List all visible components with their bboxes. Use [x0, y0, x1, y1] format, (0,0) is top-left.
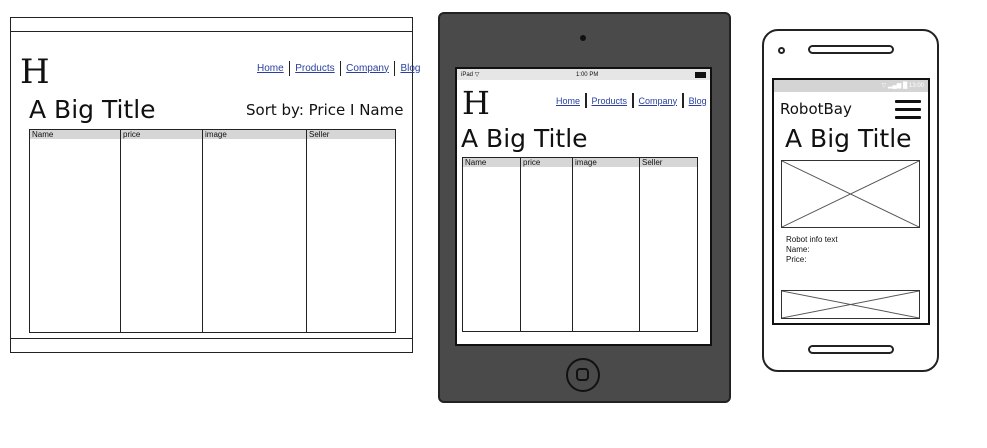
battery-icon — [694, 71, 706, 78]
page-title: A Big Title — [461, 124, 588, 153]
brand-name[interactable]: RobotBay — [780, 100, 852, 118]
column-header-image[interactable]: image — [202, 129, 307, 139]
nav-products-link[interactable]: Products — [290, 62, 339, 76]
table-cell — [462, 167, 521, 332]
nav-home-link[interactable]: Home — [252, 62, 289, 76]
nav-products-link[interactable]: Products — [587, 94, 633, 108]
status-device-label: iPad — [461, 72, 474, 78]
tablet-status-bar: iPad ▽ 1:00 PM — [457, 69, 710, 80]
table-row[interactable] — [29, 139, 396, 333]
table-body — [29, 139, 396, 333]
phone-home-bar[interactable] — [808, 345, 894, 354]
tablet-nav: Home Products Company Blog — [551, 93, 712, 108]
nav-blog-link[interactable]: Blog — [395, 62, 425, 76]
image-placeholder-icon — [781, 290, 920, 319]
column-header-price[interactable]: price — [520, 157, 573, 167]
nav-company-link[interactable]: Company — [341, 62, 394, 76]
table-cell — [306, 139, 396, 333]
nav-home-link[interactable]: Home — [551, 94, 585, 108]
table-cell — [639, 167, 698, 332]
column-header-seller[interactable]: Seller — [639, 157, 698, 167]
home-button-icon[interactable] — [566, 358, 600, 392]
page-title: A Big Title — [785, 124, 912, 153]
image-placeholder-icon — [781, 160, 920, 228]
table-cell — [29, 139, 121, 333]
table-row[interactable] — [462, 167, 698, 332]
desktop-nav: Home Products Company Blog — [252, 61, 425, 76]
column-header-name[interactable]: Name — [29, 129, 121, 139]
info-text: Robot info text — [786, 235, 838, 244]
product-info: Robot info text Name: Price: — [786, 235, 838, 265]
phone-status-bar: ▽ ▂▄▆ █ 13:00 — [774, 80, 928, 92]
logo[interactable]: H — [462, 87, 490, 119]
column-header-name[interactable]: Name — [462, 157, 521, 167]
status-time: 13:00 — [908, 83, 924, 89]
page-title: A Big Title — [29, 95, 156, 124]
browser-bottom-bar — [11, 338, 412, 339]
table-cell — [120, 139, 203, 333]
logo[interactable]: H — [20, 55, 50, 89]
table-cell — [202, 139, 307, 333]
browser-top-bar — [11, 31, 412, 32]
wifi-icon: ▽ — [474, 72, 480, 78]
table-cell — [520, 167, 573, 332]
name-label: Name: — [786, 245, 810, 254]
sort-by-control[interactable]: Sort by: Price I Name — [246, 101, 403, 119]
nav-blog-link[interactable]: Blog — [684, 94, 712, 108]
column-header-image[interactable]: image — [572, 157, 640, 167]
table-body — [462, 167, 698, 332]
home-button-square — [576, 368, 589, 381]
product-table: Name price image Seller — [462, 157, 698, 332]
price-label: Price: — [786, 255, 807, 264]
signal-icon: ▽ ▂▄▆ █ — [881, 83, 908, 89]
column-header-price[interactable]: price — [120, 129, 203, 139]
product-table: Name price image Seller — [29, 129, 396, 333]
hamburger-menu-icon[interactable] — [895, 100, 921, 124]
status-time: 1:00 PM — [575, 71, 599, 78]
nav-company-link[interactable]: Company — [634, 94, 683, 108]
camera-icon — [580, 35, 586, 41]
table-cell — [572, 167, 640, 332]
status-carrier: iPad ▽ — [461, 71, 479, 78]
speaker-grille — [808, 45, 894, 54]
camera-icon — [778, 47, 785, 54]
column-header-seller[interactable]: Seller — [306, 129, 396, 139]
